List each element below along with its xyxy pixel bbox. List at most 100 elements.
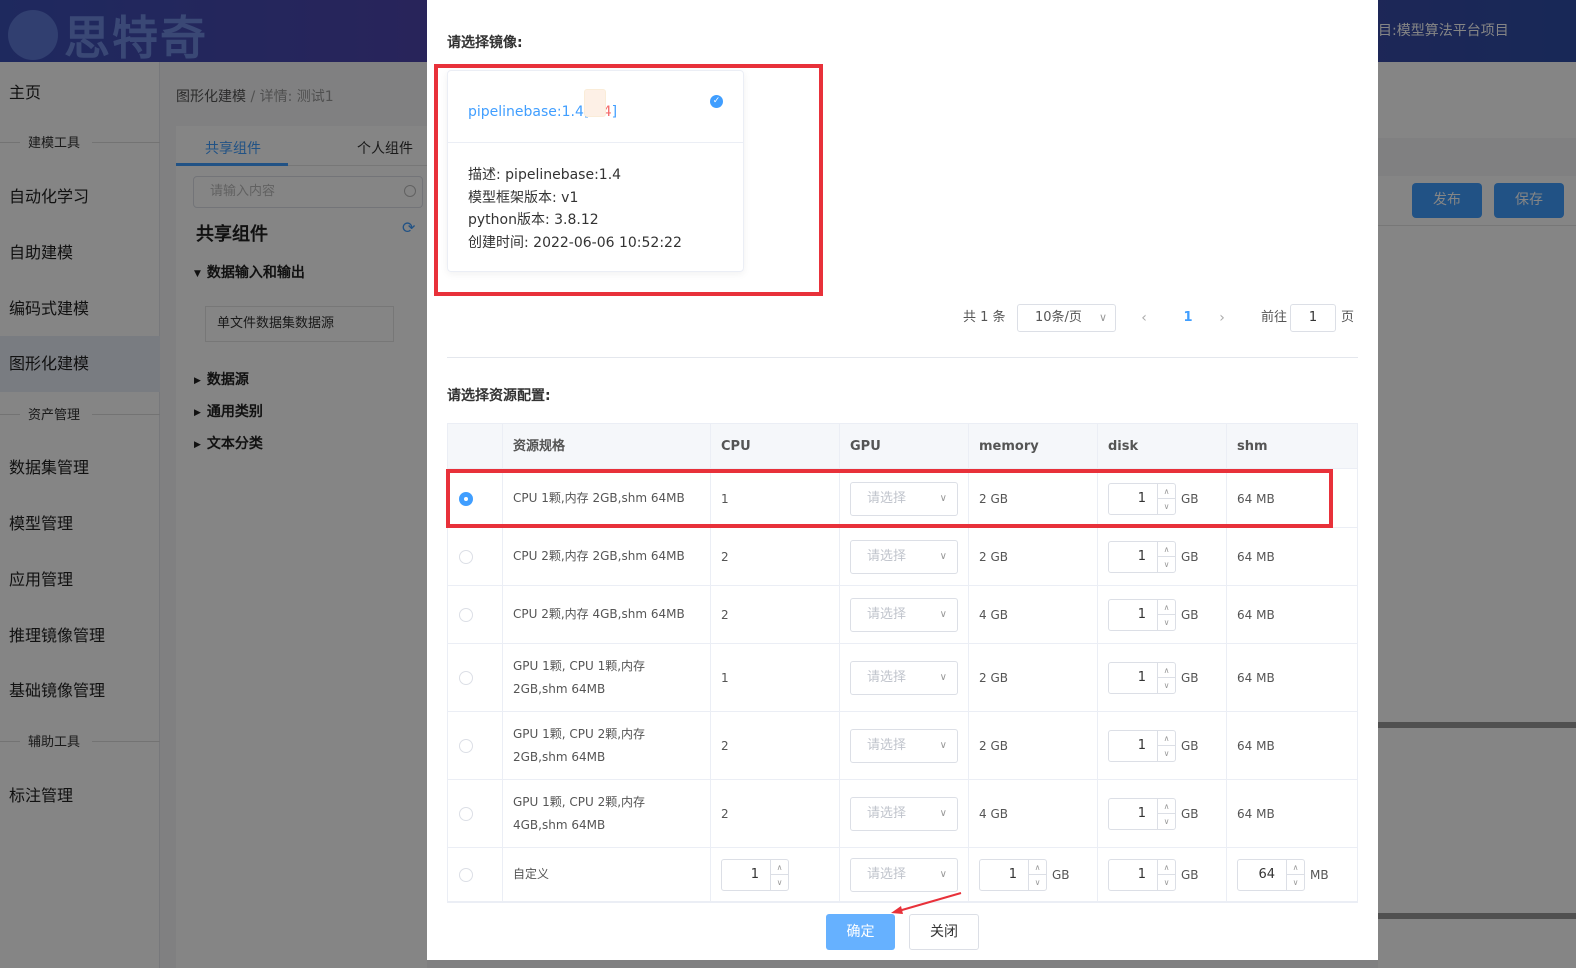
chevron-down-icon: ∨ (1098, 311, 1107, 324)
spec-cell: 自定义 (513, 867, 550, 881)
header-disk: disk (1098, 424, 1227, 469)
disk-stepper[interactable]: 1 ∧ ∨ (1108, 858, 1176, 891)
memory-cell: 4 GB (979, 806, 1008, 821)
cpu-cell: 2 (721, 549, 729, 564)
unit-label: GB (1181, 867, 1199, 882)
cpu-cell: 2 (721, 806, 729, 821)
cpu-stepper[interactable]: 1 ∧ ∨ (721, 858, 789, 891)
gpu-select[interactable]: 请选择 ∨ (850, 796, 958, 831)
pagination-total: 共 1 条 (963, 310, 1006, 325)
stepper-down-icon[interactable]: ∨ (1158, 746, 1175, 761)
stepper-down-icon[interactable]: ∨ (1158, 875, 1175, 890)
disk-stepper[interactable]: 1 ∧ ∨ (1108, 540, 1176, 573)
stepper-up-icon[interactable]: ∧ (1158, 600, 1175, 615)
chevron-down-icon: ∨ (939, 671, 947, 683)
stepper-down-icon[interactable]: ∨ (1158, 615, 1175, 630)
image-section-label: 请选择镜像: (447, 35, 523, 51)
row-radio[interactable] (459, 867, 473, 882)
shm-cell: 64 MB (1237, 738, 1275, 753)
chevron-down-icon: ∨ (939, 868, 947, 880)
resource-dialog: 请选择镜像: pipelinebase:1.4[1.4] ✓ 描述: pipel… (427, 0, 1378, 960)
goto-page-input[interactable]: 1 (1290, 304, 1336, 332)
disk-stepper[interactable]: 1 ∧ ∨ (1108, 598, 1176, 631)
unit-label: GB (1052, 867, 1070, 882)
current-page-number[interactable]: 1 (1178, 304, 1198, 332)
stepper-up-icon[interactable]: ∧ (1287, 860, 1304, 875)
disk-stepper[interactable]: 1 ∧ ∨ (1108, 797, 1176, 830)
gpu-select[interactable]: 请选择 ∨ (850, 857, 958, 892)
row-radio[interactable] (459, 806, 473, 821)
row-radio[interactable] (459, 607, 473, 622)
spec-cell: GPU 1颗, CPU 1颗,内存 2GB,shm 64MB (513, 658, 646, 696)
header-memory: memory (969, 424, 1098, 469)
goto-suffix: 页 (1341, 310, 1355, 325)
gpu-select[interactable]: 请选择 ∨ (850, 597, 958, 632)
stepper-down-icon[interactable]: ∨ (1287, 875, 1304, 890)
spec-cell: CPU 2颗,内存 2GB,shm 64MB (513, 549, 685, 563)
stepper-down-icon[interactable]: ∨ (771, 875, 788, 890)
close-button[interactable]: 关闭 (909, 914, 979, 950)
stepper-down-icon[interactable]: ∨ (1158, 678, 1175, 693)
gpu-select[interactable]: 请选择 ∨ (850, 539, 958, 574)
spec-cell: GPU 1颗, CPU 2颗,内存 2GB,shm 64MB (513, 726, 646, 764)
cpu-cell: 1 (721, 670, 729, 685)
table-row[interactable]: GPU 1颗, CPU 2颗,内存 2GB,shm 64MB 2 请选择 ∨ 2 GB 1… (448, 712, 1357, 780)
stepper-up-icon[interactable]: ∧ (1158, 731, 1175, 746)
table-row[interactable]: CPU 2颗,内存 4GB,shm 64MB 2 请选择 ∨ 4 GB 1 ∧ ∨ GB 64 M… (448, 586, 1357, 644)
goto-label: 前往 (1261, 310, 1288, 325)
chevron-down-icon: ∨ (939, 608, 947, 620)
table-row[interactable]: GPU 1颗, CPU 2颗,内存 4GB,shm 64MB 2 请选择 ∨ 4 GB 1… (448, 780, 1357, 848)
stepper-up-icon[interactable]: ∧ (1158, 542, 1175, 557)
spec-cell: GPU 1颗, CPU 2颗,内存 4GB,shm 64MB (513, 794, 646, 832)
unit-label: GB (1181, 549, 1199, 564)
row-radio[interactable] (459, 738, 473, 753)
page-size-select[interactable]: 10条/页 ∨ (1017, 304, 1116, 332)
gpu-select[interactable]: 请选择 ∨ (850, 660, 958, 695)
disk-stepper[interactable]: 1 ∧ ∨ (1108, 729, 1176, 762)
shm-cell: 64 MB (1237, 607, 1275, 622)
header-shm: shm (1237, 439, 1268, 454)
unit-label: MB (1310, 867, 1329, 882)
header-spec: 资源规格 (503, 424, 711, 469)
spec-cell: CPU 2颗,内存 4GB,shm 64MB (513, 607, 685, 621)
row-radio[interactable] (459, 670, 473, 685)
chevron-down-icon: ∨ (939, 807, 947, 819)
disk-stepper[interactable]: 1 ∧ ∨ (1108, 661, 1176, 694)
stepper-up-icon[interactable]: ∧ (1029, 860, 1046, 875)
stepper-up-icon[interactable]: ∧ (1158, 663, 1175, 678)
memory-cell: 2 GB (979, 549, 1008, 564)
table-row[interactable]: GPU 1颗, CPU 1颗,内存 2GB,shm 64MB 1 请选择 ∨ 2 GB 1… (448, 644, 1357, 712)
next-page-button[interactable]: › (1212, 304, 1232, 332)
section-divider (447, 357, 1358, 358)
unit-label: GB (1181, 670, 1199, 685)
header-cpu: CPU (711, 424, 840, 469)
stepper-down-icon[interactable]: ∨ (1158, 814, 1175, 829)
confirm-button[interactable]: 确定 (826, 914, 895, 950)
header-gpu: GPU (840, 424, 969, 469)
resource-section-label: 请选择资源配置: (447, 388, 551, 404)
stepper-down-icon[interactable]: ∨ (1029, 875, 1046, 890)
memory-cell: 2 GB (979, 670, 1008, 685)
stepper-up-icon[interactable]: ∧ (771, 860, 788, 875)
cpu-cell: 2 (721, 738, 729, 753)
memory-cell: 4 GB (979, 607, 1008, 622)
shm-cell: 64 MB (1237, 670, 1275, 685)
stepper-down-icon[interactable]: ∨ (1158, 557, 1175, 572)
row-radio[interactable] (459, 549, 473, 564)
gpu-select[interactable]: 请选择 ∨ (850, 728, 958, 763)
prev-page-button[interactable]: ‹ (1134, 304, 1154, 332)
stepper-up-icon[interactable]: ∧ (1158, 799, 1175, 814)
chevron-down-icon: ∨ (939, 739, 947, 751)
unit-label: GB (1181, 806, 1199, 821)
stepper-up-icon[interactable]: ∧ (1158, 860, 1175, 875)
memory-cell: 2 GB (979, 738, 1008, 753)
table-row[interactable]: CPU 2颗,内存 2GB,shm 64MB 2 请选择 ∨ 2 GB 1 ∧ ∨ GB 64 M… (448, 528, 1357, 586)
cpu-cell: 2 (721, 607, 729, 622)
highlight-box-image (434, 64, 823, 296)
unit-label: GB (1181, 738, 1199, 753)
memory-stepper[interactable]: 1 ∧ ∨ (979, 858, 1047, 891)
shm-cell: 64 MB (1237, 806, 1275, 821)
shm-stepper[interactable]: 64 ∧ ∨ (1237, 858, 1305, 891)
chevron-down-icon: ∨ (939, 550, 947, 562)
shm-cell: 64 MB (1237, 549, 1275, 564)
